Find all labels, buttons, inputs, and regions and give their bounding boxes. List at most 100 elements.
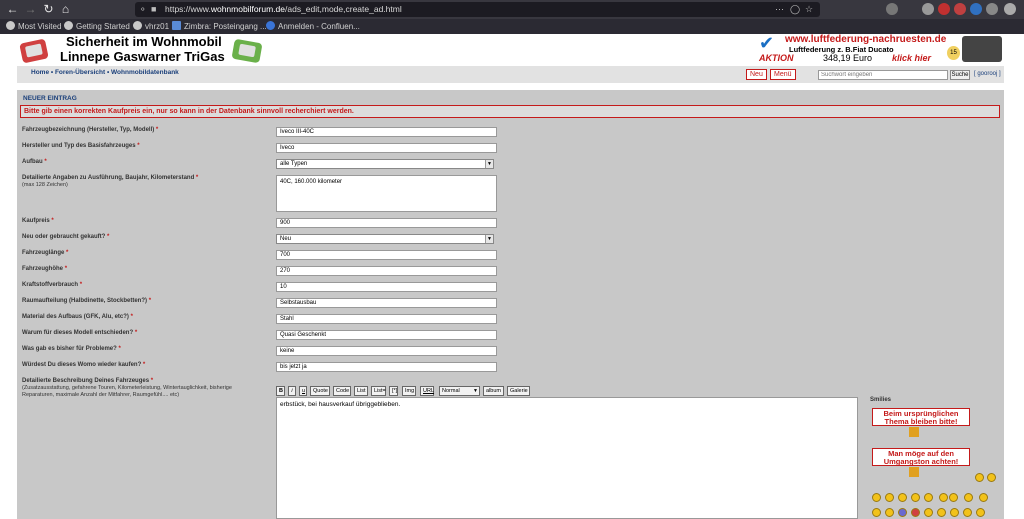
ad-cta[interactable]: klick hier bbox=[892, 53, 931, 63]
angaben-textarea[interactable]: 40C, 160.000 kilometer bbox=[276, 175, 497, 212]
home-icon[interactable]: ⌂ bbox=[58, 2, 73, 17]
user-link[interactable]: [ goorooj ] bbox=[974, 71, 1001, 77]
field-label: Würdest Du dieses Womo wieder kaufen? * bbox=[22, 362, 146, 368]
bookmark-most-visited[interactable]: Most Visited bbox=[6, 20, 61, 33]
extension-icon[interactable] bbox=[970, 3, 982, 15]
probleme-input[interactable]: keine bbox=[276, 346, 497, 356]
reload-icon[interactable]: ↻ bbox=[41, 2, 56, 17]
kaufpreis-input[interactable]: 900 bbox=[276, 218, 497, 228]
bookmark-star-icon[interactable]: ☆ bbox=[805, 3, 813, 16]
url-button[interactable]: URL bbox=[420, 386, 434, 396]
search-input[interactable] bbox=[818, 70, 948, 80]
smiley-icon[interactable] bbox=[872, 508, 881, 517]
pocket-icon[interactable]: ◯ bbox=[790, 3, 800, 16]
breadcrumb[interactable]: Home • Foren-Übersicht • Wohnmobildatenb… bbox=[31, 69, 179, 76]
field-label: Fahrzeuglänge * bbox=[22, 250, 69, 256]
extension-icon[interactable] bbox=[886, 3, 898, 15]
smiley-icon[interactable] bbox=[872, 493, 881, 502]
smiley-icon[interactable] bbox=[885, 493, 894, 502]
url-bar[interactable]: ⚬ ■ https://www.wohnmobilforum.de/ads_ed… bbox=[135, 2, 820, 17]
kraftstoffverbrauch-input[interactable]: 10 bbox=[276, 282, 497, 292]
smiley-icon[interactable] bbox=[975, 473, 984, 482]
smiley-icon[interactable] bbox=[964, 493, 973, 502]
field-label: Warum für dieses Modell entschieden? * bbox=[22, 330, 138, 336]
list-button[interactable]: List bbox=[354, 386, 368, 396]
site-title-line1[interactable]: Sicherheit im Wohnmobil bbox=[66, 34, 222, 49]
field-label: Material des Aufbaus (GFK, Alu, etc?) * bbox=[22, 314, 133, 320]
bookmark-vhrz01[interactable]: vhrz01 bbox=[133, 20, 169, 33]
site-title-line2[interactable]: Linnepe Gaswarner TriGas bbox=[60, 49, 225, 64]
basisfahrzeug-input[interactable]: Iveco bbox=[276, 143, 497, 153]
back-icon[interactable]: ← bbox=[5, 2, 20, 17]
menu-icon[interactable] bbox=[1004, 3, 1016, 15]
gaswarner-logo-icon[interactable] bbox=[18, 36, 51, 64]
search-button[interactable]: Suche bbox=[950, 70, 970, 80]
fahrzeughoehe-input[interactable]: 270 bbox=[276, 266, 497, 276]
fahrzeuglaenge-input[interactable]: 700 bbox=[276, 250, 497, 260]
smiley-icon[interactable] bbox=[950, 508, 959, 517]
menu-button[interactable]: Menü bbox=[770, 69, 796, 80]
smiley-icon[interactable] bbox=[898, 508, 907, 517]
italic-button[interactable]: i bbox=[288, 386, 296, 396]
smiley-icon[interactable] bbox=[979, 493, 988, 502]
smiley-sign-topic[interactable]: Beim ursprünglichen Thema bleiben bitte! bbox=[872, 408, 970, 426]
list-item-button[interactable]: [*] bbox=[389, 386, 398, 396]
galerie-button[interactable]: Galerie bbox=[507, 386, 530, 396]
ad-url: www.luftfederung-nachruesten.de bbox=[785, 34, 947, 45]
smiley-sign-tone[interactable]: Man möge auf den Umgangston achten! bbox=[872, 448, 970, 466]
smiley-icon[interactable] bbox=[949, 493, 958, 502]
img-button[interactable]: Img bbox=[402, 386, 416, 396]
neu-gebraucht-select[interactable]: Neu ▼ bbox=[276, 234, 494, 244]
warning-message: Bitte gib einen korrekten Kaufpreis ein,… bbox=[20, 105, 1000, 118]
car-image-icon bbox=[962, 36, 1002, 62]
gear-icon bbox=[6, 21, 15, 30]
smiley-icon[interactable] bbox=[911, 508, 920, 517]
new-entry-form: NEUER EINTRAG Bitte gib einen korrekten … bbox=[17, 90, 1004, 519]
chevron-down-icon: ▼ bbox=[485, 235, 493, 243]
smiley-icon[interactable] bbox=[911, 493, 920, 502]
smiley-icon[interactable] bbox=[898, 493, 907, 502]
quote-button[interactable]: Quote bbox=[310, 386, 330, 396]
extension-icon[interactable] bbox=[986, 3, 998, 15]
extension-icon[interactable] bbox=[922, 3, 934, 15]
bold-button[interactable]: B bbox=[276, 386, 285, 396]
list-numbered-button[interactable]: List= bbox=[371, 386, 386, 396]
bookmark-zimbra[interactable]: Zimbra: Posteingang ... bbox=[172, 20, 267, 33]
warum-input[interactable]: Quasi Geschenkt bbox=[276, 330, 497, 340]
toolbar-extensions bbox=[880, 0, 1024, 19]
extension-icon[interactable] bbox=[954, 3, 966, 15]
extension-icon[interactable] bbox=[938, 3, 950, 15]
font-size-select[interactable]: Normal ▼ bbox=[439, 386, 480, 396]
raumaufteilung-input[interactable]: Selbstausbau bbox=[276, 298, 497, 308]
wieder-kaufen-input[interactable]: bis jetzt ja bbox=[276, 362, 497, 372]
section-title: NEUER EINTRAG bbox=[23, 95, 77, 102]
url-text: https://www.wohnmobilforum.de/ads_edit,m… bbox=[165, 4, 402, 14]
code-button[interactable]: Code bbox=[333, 386, 351, 396]
underline-button[interactable]: u bbox=[299, 386, 307, 396]
smiley-figure-icon bbox=[909, 427, 919, 437]
ad-aktion: AKTION bbox=[759, 53, 794, 63]
smiley-icon[interactable] bbox=[937, 508, 946, 517]
field-label: Aufbau * bbox=[22, 159, 47, 165]
bookmark-getting-started[interactable]: Getting Started bbox=[64, 20, 130, 33]
album-button[interactable]: album bbox=[483, 386, 504, 396]
smiley-icon[interactable] bbox=[939, 493, 948, 502]
bookmark-confluence[interactable]: Anmelden - Confluen... bbox=[266, 20, 360, 33]
beschreibung-textarea[interactable]: erbstück, bei hausverkauf übriggeblieben… bbox=[276, 397, 858, 519]
material-input[interactable]: Stahl bbox=[276, 314, 497, 324]
smiley-icon[interactable] bbox=[987, 473, 996, 482]
ad-banner[interactable]: ✔ www.luftfederung-nachruesten.de Luftfe… bbox=[757, 34, 1004, 65]
gaswarner-logo-icon[interactable] bbox=[230, 36, 265, 64]
smiley-icon[interactable] bbox=[924, 508, 933, 517]
forward-icon[interactable]: → bbox=[23, 2, 38, 17]
smiley-icon[interactable] bbox=[924, 493, 933, 502]
page-actions-icon[interactable]: ⋯ bbox=[775, 3, 784, 16]
new-button[interactable]: Neu bbox=[746, 69, 767, 80]
aufbau-select[interactable]: alle Typen ▼ bbox=[276, 159, 494, 169]
globe-icon bbox=[64, 21, 73, 30]
smiley-icon[interactable] bbox=[885, 508, 894, 517]
fahrzeugbezeichnung-input[interactable]: Iveco III-40C bbox=[276, 127, 497, 137]
smiley-icon[interactable] bbox=[976, 508, 985, 517]
browser-chrome: ← → ↻ ⌂ ⚬ ■ https://www.wohnmobilforum.d… bbox=[0, 0, 1024, 34]
smiley-icon[interactable] bbox=[963, 508, 972, 517]
